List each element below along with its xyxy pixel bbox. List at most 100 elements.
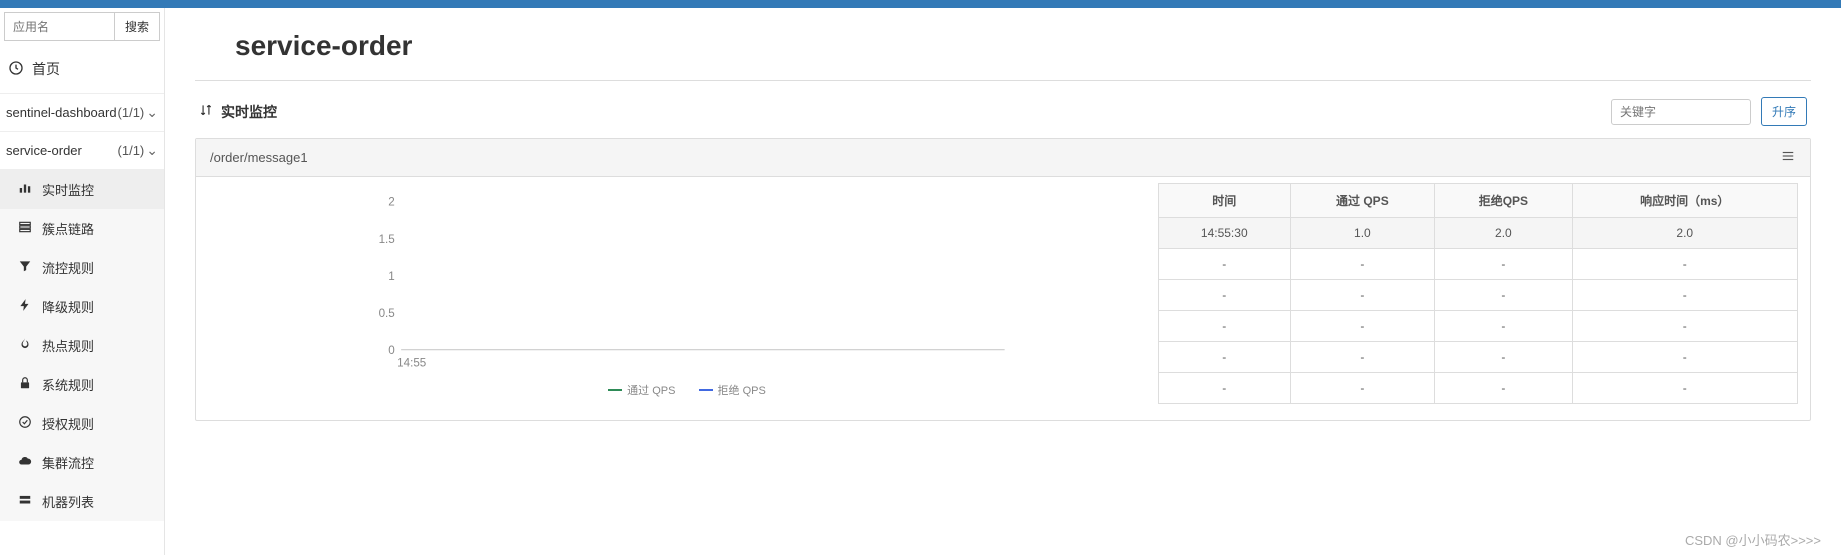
sidebar-item-label: 机器列表 bbox=[42, 492, 94, 511]
legend-swatch bbox=[699, 389, 713, 391]
table-row: ---- bbox=[1159, 311, 1798, 342]
app-count: (1/1) bbox=[118, 105, 145, 120]
svg-text:0.5: 0.5 bbox=[379, 307, 395, 320]
sidebar-item-label: 热点规则 bbox=[42, 336, 94, 355]
card-header: /order/message1 bbox=[196, 139, 1810, 177]
sort-icon bbox=[199, 103, 213, 120]
metric-card: /order/message1 0 0.5 1 1.5 2 14:55 通过 QPS bbox=[195, 138, 1811, 421]
clock-icon bbox=[8, 60, 24, 79]
legend-item-reject: 拒绝 QPS bbox=[699, 382, 766, 398]
table-cell: - bbox=[1572, 373, 1797, 404]
app-search-button[interactable]: 搜索 bbox=[115, 12, 160, 41]
chart-legend: 通过 QPS 拒绝 QPS bbox=[228, 382, 1146, 398]
sidebar-item-label: 降级规则 bbox=[42, 297, 94, 316]
legend-label: 通过 QPS bbox=[627, 382, 675, 398]
table-cell: - bbox=[1435, 280, 1572, 311]
app-count: (1/1) bbox=[118, 143, 145, 158]
svg-text:2: 2 bbox=[388, 196, 394, 209]
table-cell: - bbox=[1435, 249, 1572, 280]
sidebar-item-cluster-point[interactable]: 簇点链路 bbox=[0, 209, 164, 248]
sidebar-item-label: 授权规则 bbox=[42, 414, 94, 433]
table-cell: - bbox=[1435, 373, 1572, 404]
cloud-icon bbox=[18, 454, 32, 471]
table-header: 通过 QPS bbox=[1290, 184, 1435, 218]
panel-title: 实时监控 bbox=[199, 102, 277, 122]
chevron-down-icon: ⌄ bbox=[146, 142, 158, 159]
sidebar-item-flow-rule[interactable]: 流控规则 bbox=[0, 248, 164, 287]
table-cell: - bbox=[1290, 342, 1435, 373]
table-cell: - bbox=[1435, 311, 1572, 342]
table-row: 14:55:301.02.02.0 bbox=[1159, 218, 1798, 249]
legend-item-pass: 通过 QPS bbox=[608, 382, 675, 398]
svg-text:1.5: 1.5 bbox=[379, 233, 395, 246]
table-cell: - bbox=[1290, 280, 1435, 311]
app-name: sentinel-dashboard bbox=[6, 105, 117, 120]
sidebar-item-label: 簇点链路 bbox=[42, 219, 94, 238]
sidebar-item-machine-list[interactable]: 机器列表 bbox=[0, 482, 164, 521]
lock-icon bbox=[18, 376, 32, 393]
metric-table: 时间通过 QPS拒绝QPS响应时间（ms） 14:55:301.02.02.0-… bbox=[1158, 183, 1798, 404]
table-cell: - bbox=[1435, 342, 1572, 373]
legend-label: 拒绝 QPS bbox=[718, 382, 766, 398]
sidebar-item-degrade-rule[interactable]: 降级规则 bbox=[0, 287, 164, 326]
table-row: ---- bbox=[1159, 280, 1798, 311]
table-cell: - bbox=[1572, 311, 1797, 342]
table-cell: - bbox=[1159, 249, 1291, 280]
table-cell: 2.0 bbox=[1435, 218, 1572, 249]
table-cell: 1.0 bbox=[1290, 218, 1435, 249]
main-content: service-order 实时监控 升序 /order/message1 bbox=[165, 8, 1841, 555]
sidebar-item-cluster-flow[interactable]: 集群流控 bbox=[0, 443, 164, 482]
bar-chart-icon bbox=[18, 181, 32, 198]
table-cell: 2.0 bbox=[1572, 218, 1797, 249]
table-header: 拒绝QPS bbox=[1435, 184, 1572, 218]
sidebar-item-label: 集群流控 bbox=[42, 453, 94, 472]
app-item-sentinel-dashboard[interactable]: sentinel-dashboard (1/1) ⌄ bbox=[0, 94, 164, 132]
table-row: ---- bbox=[1159, 249, 1798, 280]
page-title: service-order bbox=[195, 8, 1811, 80]
chart-area: 0 0.5 1 1.5 2 14:55 通过 QPS 拒绝 QPS bbox=[208, 183, 1146, 404]
check-icon bbox=[18, 415, 32, 432]
table-cell: - bbox=[1290, 373, 1435, 404]
app-item-service-order[interactable]: service-order (1/1) ⌄ bbox=[0, 132, 164, 170]
app-search-row: 搜索 bbox=[4, 12, 160, 41]
table-cell: 14:55:30 bbox=[1159, 218, 1291, 249]
table-cell: - bbox=[1159, 373, 1291, 404]
sidebar-item-system-rule[interactable]: 系统规则 bbox=[0, 365, 164, 404]
sidebar-item-realtime[interactable]: 实时监控 bbox=[0, 170, 164, 209]
list-icon bbox=[18, 220, 32, 237]
chevron-down-icon: ⌄ bbox=[146, 104, 158, 121]
table-cell: - bbox=[1159, 342, 1291, 373]
watermark: CSDN @小小码农>>>> bbox=[1685, 530, 1821, 549]
panel-header: 实时监控 升序 bbox=[195, 91, 1811, 138]
svg-text:0: 0 bbox=[388, 344, 395, 357]
top-bar bbox=[0, 0, 1841, 8]
bolt-icon bbox=[18, 298, 32, 315]
table-row: ---- bbox=[1159, 342, 1798, 373]
table-cell: - bbox=[1290, 249, 1435, 280]
table-cell: - bbox=[1290, 311, 1435, 342]
table-cell: - bbox=[1159, 280, 1291, 311]
svg-text:1: 1 bbox=[388, 270, 394, 283]
sidebar: 搜索 首页 sentinel-dashboard (1/1) ⌄ service… bbox=[0, 8, 165, 555]
menu-icon[interactable] bbox=[1780, 149, 1796, 166]
sidebar-item-auth-rule[interactable]: 授权规则 bbox=[0, 404, 164, 443]
app-search-input[interactable] bbox=[4, 12, 115, 41]
sidebar-item-label: 流控规则 bbox=[42, 258, 94, 277]
table-cell: - bbox=[1572, 342, 1797, 373]
line-chart: 0 0.5 1 1.5 2 14:55 bbox=[228, 193, 1146, 373]
svg-text:14:55: 14:55 bbox=[397, 357, 426, 370]
sort-button[interactable]: 升序 bbox=[1761, 97, 1807, 126]
card-title: /order/message1 bbox=[210, 150, 308, 165]
table-row: ---- bbox=[1159, 373, 1798, 404]
sidebar-item-hotspot-rule[interactable]: 热点规则 bbox=[0, 326, 164, 365]
submenu: 实时监控 簇点链路 流控规则 降级规则 热点规则 系统规则 bbox=[0, 170, 164, 521]
filter-icon bbox=[18, 259, 32, 276]
divider bbox=[195, 80, 1811, 81]
keyword-input[interactable] bbox=[1611, 99, 1751, 125]
table-cell: - bbox=[1572, 280, 1797, 311]
table-header: 时间 bbox=[1159, 184, 1291, 218]
table-cell: - bbox=[1572, 249, 1797, 280]
metric-table-area: 时间通过 QPS拒绝QPS响应时间（ms） 14:55:301.02.02.0-… bbox=[1158, 183, 1798, 404]
sidebar-item-label: 实时监控 bbox=[42, 180, 94, 199]
home-link[interactable]: 首页 bbox=[0, 45, 164, 94]
